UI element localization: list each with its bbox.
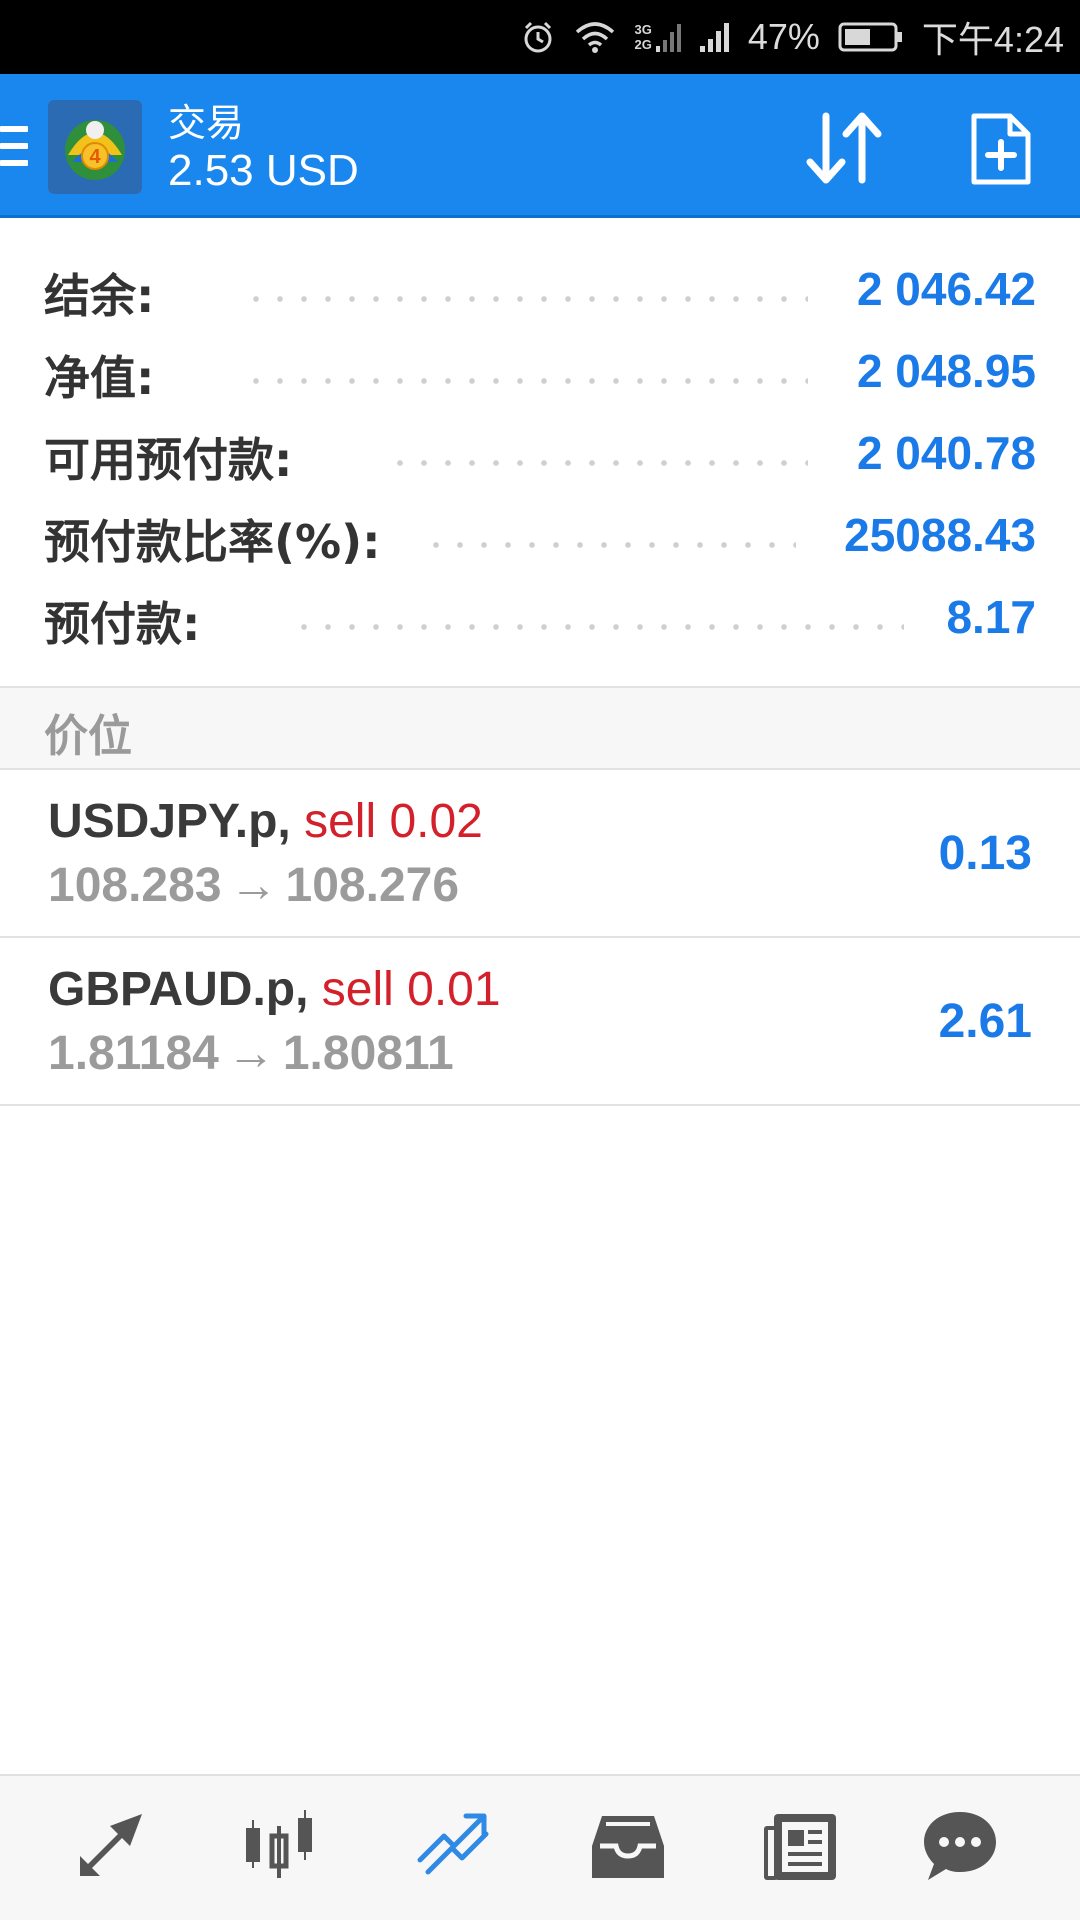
messages-icon[interactable]: [920, 1806, 1000, 1886]
sort-icon[interactable]: [802, 108, 886, 188]
position-type: sell 0.01: [321, 963, 501, 1016]
position-current-price: 108.276: [285, 859, 460, 912]
position-profit: 0.13: [938, 827, 1032, 880]
summary-label: 净值:: [44, 351, 155, 405]
positions-section-header: 价位: [0, 686, 1080, 770]
app-logo-badge: 4: [89, 146, 101, 168]
status-bar: 3G 2G 47% 下午4:24: [0, 0, 1080, 74]
arrow-right-icon: →: [229, 859, 278, 912]
summary-value: 2 040.78: [856, 427, 1036, 479]
status-time: 下午4:24: [921, 19, 1064, 60]
summary-row-balance: 结余: 2 046.42: [0, 250, 1080, 332]
summary-row-free-margin: 可用预付款: 2 040.78: [0, 414, 1080, 496]
app-logo: 4: [48, 100, 142, 194]
position-row[interactable]: USDJPY.p, sell 0.02 108.283 → 108.276 0.13: [0, 770, 1080, 938]
summary-value: 2 046.42: [856, 263, 1036, 315]
account-summary: 结余: 2 046.42 净值: 2 048.95 可用预付款: 2 040.7…: [0, 218, 1080, 686]
summary-label: 预付款:: [44, 597, 201, 651]
account-profit-total: 2.53 USD: [168, 146, 359, 195]
history-icon[interactable]: [588, 1806, 668, 1886]
position-symbol: GBPAUD.p,: [48, 963, 309, 1016]
battery-icon: [838, 21, 904, 53]
trade-icon[interactable]: [414, 1806, 494, 1886]
cellular-signal-icon: [699, 22, 730, 52]
summary-label: 预付款比率(%):: [44, 515, 381, 569]
dotted-leader: [244, 378, 808, 384]
summary-value: 8.17: [946, 591, 1036, 643]
arrow-right-icon: →: [226, 1027, 275, 1080]
battery-percent: 47%: [747, 16, 820, 57]
new-order-icon[interactable]: [970, 112, 1032, 186]
wifi-icon: [573, 20, 617, 54]
chart-icon[interactable]: [240, 1806, 320, 1886]
network-2g-label: 2G: [634, 37, 652, 52]
position-open-price: 1.81184: [48, 1027, 219, 1080]
app-bar: 4 交易 2.53 USD: [0, 74, 1080, 218]
position-open-price: 108.283: [48, 859, 222, 912]
bottom-navigation: [0, 1774, 1080, 1920]
position-type: sell 0.02: [304, 795, 483, 848]
position-profit: 2.61: [938, 995, 1032, 1048]
summary-row-margin-level: 预付款比率(%): 25088.43: [0, 496, 1080, 578]
dotted-leader: [388, 460, 808, 466]
network-type-indicator: 3G 2G: [635, 22, 682, 52]
menu-icon[interactable]: [0, 126, 30, 168]
summary-value: 2 048.95: [856, 345, 1036, 397]
position-symbol: USDJPY.p,: [48, 795, 291, 848]
dotted-leader: [424, 542, 796, 548]
summary-row-margin: 预付款: 8.17: [0, 578, 1080, 660]
dotted-leader: [244, 296, 808, 302]
section-title: 价位: [44, 711, 132, 762]
dotted-leader: [292, 624, 904, 630]
summary-label: 可用预付款:: [44, 433, 293, 487]
summary-row-equity: 净值: 2 048.95: [0, 332, 1080, 414]
summary-label: 结余:: [44, 269, 155, 323]
network-3g-label: 3G: [634, 22, 652, 37]
position-current-price: 1.80811: [282, 1027, 454, 1080]
alarm-icon: [521, 20, 555, 54]
summary-value: 25088.43: [844, 509, 1036, 561]
position-row[interactable]: GBPAUD.p, sell 0.01 1.81184 → 1.80811 2.61: [0, 938, 1080, 1106]
news-icon[interactable]: [760, 1806, 840, 1886]
quotes-icon[interactable]: [70, 1806, 150, 1886]
page-title: 交易: [168, 101, 245, 145]
